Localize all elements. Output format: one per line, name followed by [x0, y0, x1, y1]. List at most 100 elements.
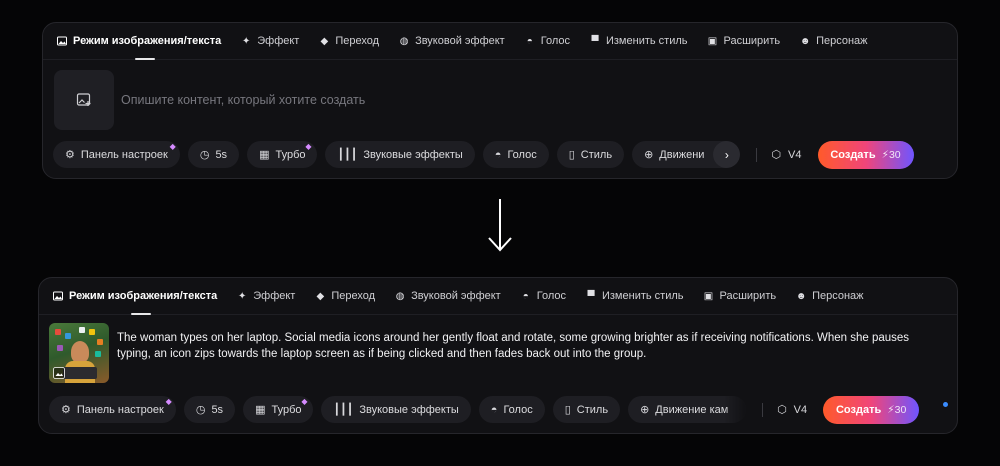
down-arrow-icon [488, 199, 512, 252]
create-label: Создать [830, 148, 876, 161]
sound-effects-label: Звуковые эффекты [363, 148, 463, 161]
turbo-button[interactable]: ▦ Турбо ◆ [243, 396, 314, 423]
create-button[interactable]: Создать ⚡30 [817, 140, 914, 169]
face-icon: ☻ [795, 290, 807, 302]
tab-character[interactable]: ☻ Персонаж [799, 35, 868, 47]
expand-icon: ▣ [707, 35, 718, 47]
mode-tabs: Режим изображения/текста ✦ Эффект ◆ Перехо… [43, 23, 957, 60]
turbo-label: Турбо [271, 403, 302, 416]
motion-label: Движени [659, 148, 705, 161]
voice-label: Голос [507, 148, 537, 161]
chevron-right-icon: › [724, 147, 729, 162]
transition-icon: ◆ [316, 290, 325, 302]
style-label: Стиль [576, 403, 609, 416]
expand-icon: ▣ [703, 290, 714, 302]
turbo-icon: ▦ [259, 149, 270, 161]
tab-transition[interactable]: ◆ Переход [319, 35, 380, 47]
settings-panel-button[interactable]: ⚙ Панель настроек ◆ [53, 141, 180, 168]
tab-voice[interactable]: ◓ Голос [525, 35, 570, 47]
duration-button[interactable]: ◷ 5s [187, 141, 240, 168]
tab-voice[interactable]: ◓ Голос [521, 290, 566, 302]
tab-label: Изменить стиль [605, 35, 688, 47]
tab-label: Персонаж [812, 290, 864, 302]
tab-image-text-mode[interactable]: Режим изображения/текста [57, 35, 221, 47]
style-icon: ▯ [568, 149, 575, 161]
tab-effect[interactable]: ✦ Эффект [241, 35, 299, 47]
paint-roller-icon: ▀ [591, 35, 599, 47]
camera-motion-button[interactable]: ⊕ Движени › [632, 141, 741, 168]
tab-expand[interactable]: ▣ Расширить [707, 35, 780, 47]
duration-label: 5s [211, 403, 224, 416]
image-upload-button[interactable] [54, 70, 114, 130]
tab-label: Эффект [253, 290, 296, 302]
sound-effects-label: Звуковые эффекты [359, 403, 459, 416]
turbo-button[interactable]: ▦ Турбо ◆ [247, 141, 318, 168]
style-button[interactable]: ▯ Стиль [552, 396, 621, 423]
motion-icon: ⊕ [644, 149, 654, 161]
prompt-input[interactable]: The woman types on her laptop. Social me… [117, 330, 937, 362]
scroll-right-button[interactable]: › [713, 141, 741, 168]
prompt-area: Опишите контент, который хотите создать [43, 60, 957, 140]
scroll-fade [724, 396, 747, 423]
tab-label: Голос [540, 35, 570, 47]
composer-panel-filled: Режим изображения/текста ✦ Эффект ◆ Перехо… [38, 277, 958, 434]
premium-gem-icon: ◆ [169, 142, 176, 151]
tab-label: Звуковой эффект [415, 35, 505, 47]
settings-label: Панель настроек [80, 148, 168, 161]
image-icon [53, 291, 63, 301]
turbo-label: Турбо [275, 148, 306, 161]
uploaded-image-thumbnail[interactable] [49, 323, 109, 383]
sliders-icon: ⚙ [61, 404, 71, 416]
tab-character[interactable]: ☻ Персонаж [795, 290, 864, 302]
tab-effect[interactable]: ✦ Эффект [237, 290, 295, 302]
sound-effects-button[interactable]: ┃┃┃ Звуковые эффекты [325, 141, 475, 168]
voice-label: Голос [503, 403, 533, 416]
tab-transition[interactable]: ◆ Переход [315, 290, 376, 302]
tab-label: Переход [331, 290, 376, 302]
style-label: Стиль [580, 148, 613, 161]
tab-label: Эффект [257, 35, 300, 47]
tab-restyle[interactable]: ▀ Изменить стиль [586, 290, 684, 302]
divider [762, 402, 764, 417]
premium-gem-icon: ◆ [301, 397, 308, 406]
tab-label: Персонаж [816, 35, 868, 47]
tab-restyle[interactable]: ▀ Изменить стиль [590, 35, 688, 47]
settings-panel-button[interactable]: ⚙ Панель настроек ◆ [49, 396, 176, 423]
face-icon: ☻ [799, 35, 811, 47]
tab-label: Звуковой эффект [411, 290, 501, 302]
generation-toolbar: ⚙ Панель настроек ◆ ◷ 5s ▦ Турбо ◆ ┃┃┃ З… [53, 140, 947, 169]
add-image-icon [76, 93, 91, 106]
tab-sound-effect[interactable]: ◍ Звуковой эффект [395, 290, 501, 302]
credit-cost: ⚡30 [881, 148, 901, 161]
camera-motion-button[interactable]: ⊕ Движение кам [628, 396, 747, 423]
lips-icon: ◓ [526, 35, 533, 47]
lips-icon: ◓ [490, 403, 498, 416]
waveform-icon: ┃┃┃ [333, 404, 354, 416]
voice-button[interactable]: ◓ Голос [482, 141, 549, 168]
create-button[interactable]: Создать ⚡30 [823, 395, 920, 424]
transition-icon: ◆ [320, 35, 329, 47]
duration-label: 5s [215, 148, 228, 161]
style-button[interactable]: ▯ Стиль [556, 141, 625, 168]
tab-image-text-mode[interactable]: Режим изображения/текста [53, 290, 217, 302]
clock-icon: ◷ [195, 404, 206, 416]
prompt-area: The woman types on her laptop. Social me… [39, 315, 957, 407]
tab-label: Переход [335, 35, 380, 47]
voice-button[interactable]: ◓ Голос [478, 396, 545, 423]
cube-icon: ⬡ [777, 404, 787, 416]
sound-effects-button[interactable]: ┃┃┃ Звуковые эффекты [321, 396, 471, 423]
composer-panel-empty: Режим изображения/текста ✦ Эффект ◆ Перехо… [42, 22, 958, 179]
prompt-input[interactable]: Опишите контент, который хотите создать [121, 93, 365, 107]
sparkle-icon: ✦ [238, 290, 247, 302]
premium-gem-icon: ◆ [165, 397, 172, 406]
tab-label: Расширить [719, 290, 777, 302]
model-version-selector[interactable]: ⬡ V4 [771, 148, 801, 162]
waveform-icon: ┃┃┃ [337, 149, 358, 161]
duration-button[interactable]: ◷ 5s [183, 396, 236, 423]
tab-expand[interactable]: ▣ Расширить [703, 290, 777, 302]
tab-label: Изменить стиль [601, 290, 684, 302]
model-version-selector[interactable]: ⬡ V4 [777, 403, 807, 417]
motion-icon: ⊕ [640, 404, 650, 416]
lips-icon: ◓ [522, 290, 529, 302]
tab-sound-effect[interactable]: ◍ Звуковой эффект [399, 35, 505, 47]
